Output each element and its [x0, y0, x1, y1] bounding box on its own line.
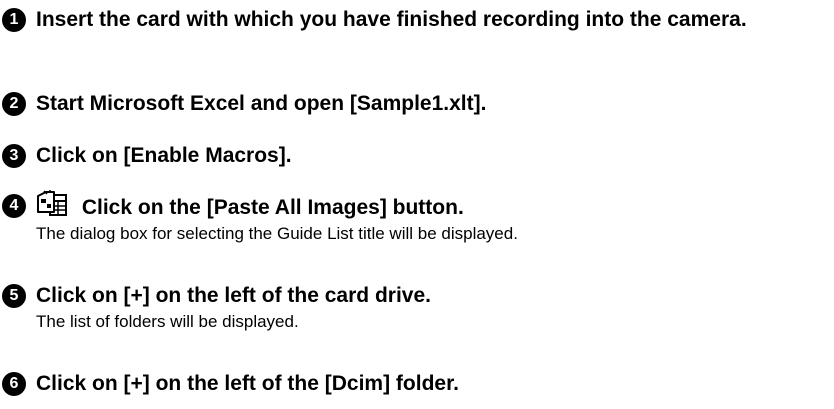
paste-all-images-icon — [36, 190, 70, 218]
step-1: 1 Insert the card with which you have fi… — [2, 4, 832, 35]
step-3: 3 Click on [Enable Macros]. — [2, 140, 832, 171]
step-5: 5 Click on [+] on the left of the card d… — [2, 280, 832, 333]
step-detail: The dialog box for selecting the Guide L… — [36, 224, 518, 243]
step-number-badge: 3 — [2, 144, 26, 168]
step-title: Insert the card with which you have fini… — [36, 8, 747, 31]
step-heading: 5 Click on [+] on the left of the card d… — [2, 280, 832, 311]
step-title: Click on the [Paste All Images] button. — [81, 196, 464, 219]
step-number-badge: 5 — [2, 284, 26, 308]
step-title: Click on [Enable Macros]. — [36, 144, 292, 167]
step-title: Click on [+] on the left of the card dri… — [36, 284, 431, 307]
step-heading: 6 Click on [+] on the left of the [Dcim]… — [2, 368, 832, 399]
step-heading: 4 Click on the [Paste All Images] button… — [2, 190, 832, 223]
step-heading: 1 Insert the card with which you have fi… — [2, 4, 832, 35]
step-4: 4 Click on the [Paste All Images] button… — [2, 190, 832, 245]
step-number-badge: 1 — [2, 8, 26, 32]
step-6: 6 Click on [+] on the left of the [Dcim]… — [2, 368, 832, 399]
step-heading: 2 Start Microsoft Excel and open [Sample… — [2, 88, 832, 119]
step-heading: 3 Click on [Enable Macros]. — [2, 140, 832, 171]
step-title: Click on [+] on the left of the [Dcim] f… — [36, 372, 459, 395]
step-number-badge: 2 — [2, 92, 26, 116]
step-detail: The list of folders will be displayed. — [36, 312, 299, 331]
step-number-badge: 4 — [2, 194, 26, 218]
step-title: Start Microsoft Excel and open [Sample1.… — [36, 92, 487, 115]
step-number-badge: 6 — [2, 372, 26, 396]
step-2: 2 Start Microsoft Excel and open [Sample… — [2, 88, 832, 119]
